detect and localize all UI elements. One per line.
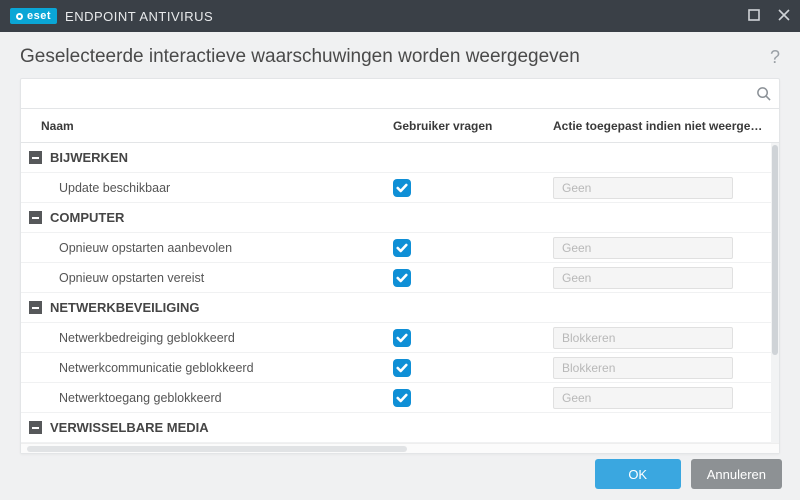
action-input[interactable] xyxy=(553,237,733,259)
collapse-icon[interactable] xyxy=(29,421,42,434)
brand-badge: eset xyxy=(10,8,57,24)
col-ask[interactable]: Gebruiker vragen xyxy=(381,119,541,133)
table-row: Netwerkcommunicatie geblokkeerd xyxy=(21,353,779,383)
group-row: VERWISSELBARE MEDIA xyxy=(21,413,779,443)
table-row: Update beschikbaar xyxy=(21,173,779,203)
search-icon[interactable] xyxy=(756,86,771,101)
ask-user-checkbox[interactable] xyxy=(393,329,411,347)
help-icon[interactable]: ? xyxy=(770,47,780,68)
brand-text: eset xyxy=(27,10,51,22)
collapse-icon[interactable] xyxy=(29,151,42,164)
col-name[interactable]: Naam xyxy=(21,119,381,133)
group-row: COMPUTER xyxy=(21,203,779,233)
item-name: Opnieuw opstarten aanbevolen xyxy=(21,241,381,255)
group-row: NETWERKBEVEILIGING xyxy=(21,293,779,323)
window-close-icon[interactable] xyxy=(778,9,790,24)
window-maximize-icon[interactable] xyxy=(748,9,760,24)
item-name: Update beschikbaar xyxy=(21,181,381,195)
table-row: Opnieuw opstarten aanbevolen xyxy=(21,233,779,263)
action-input[interactable] xyxy=(553,327,733,349)
collapse-icon[interactable] xyxy=(29,301,42,314)
search-input[interactable] xyxy=(29,85,756,102)
col-action[interactable]: Actie toegepast indien niet weergegeven xyxy=(541,119,779,133)
app-title: ENDPOINT ANTIVIRUS xyxy=(65,9,213,24)
cancel-button[interactable]: Annuleren xyxy=(691,459,782,489)
action-input[interactable] xyxy=(553,177,733,199)
action-input[interactable] xyxy=(553,357,733,379)
action-input[interactable] xyxy=(553,387,733,409)
item-name: Netwerktoegang geblokkeerd xyxy=(21,391,381,405)
group-label: VERWISSELBARE MEDIA xyxy=(50,420,209,435)
item-name: Netwerkcommunicatie geblokkeerd xyxy=(21,361,381,375)
table-row: Netwerkbedreiging geblokkeerd xyxy=(21,323,779,353)
ask-user-checkbox[interactable] xyxy=(393,239,411,257)
vertical-scrollbar[interactable] xyxy=(771,143,779,443)
item-name: Netwerkbedreiging geblokkeerd xyxy=(21,331,381,345)
window-titlebar: eset ENDPOINT ANTIVIRUS xyxy=(0,0,800,32)
search-bar xyxy=(21,79,779,109)
ask-user-checkbox[interactable] xyxy=(393,269,411,287)
collapse-icon[interactable] xyxy=(29,211,42,224)
group-label: COMPUTER xyxy=(50,210,124,225)
ask-user-checkbox[interactable] xyxy=(393,389,411,407)
ok-button[interactable]: OK xyxy=(595,459,681,489)
ask-user-checkbox[interactable] xyxy=(393,179,411,197)
page-title: Geselecteerde interactieve waarschuwinge… xyxy=(20,46,580,68)
dialog-footer: OK Annuleren xyxy=(0,448,800,500)
table-body: BIJWERKEN Update beschikbaar COMPUTER Opnie… xyxy=(21,143,779,443)
alerts-table: Naam Gebruiker vragen Actie toegepast in… xyxy=(21,109,779,453)
action-input[interactable] xyxy=(553,267,733,289)
ask-user-checkbox[interactable] xyxy=(393,359,411,377)
group-row: BIJWERKEN xyxy=(21,143,779,173)
group-label: NETWERKBEVEILIGING xyxy=(50,300,200,315)
table-row: Opnieuw opstarten vereist xyxy=(21,263,779,293)
table-header: Naam Gebruiker vragen Actie toegepast in… xyxy=(21,109,779,143)
item-name: Opnieuw opstarten vereist xyxy=(21,271,381,285)
group-label: BIJWERKEN xyxy=(50,150,128,165)
settings-panel: Naam Gebruiker vragen Actie toegepast in… xyxy=(20,78,780,454)
table-row: Netwerktoegang geblokkeerd xyxy=(21,383,779,413)
